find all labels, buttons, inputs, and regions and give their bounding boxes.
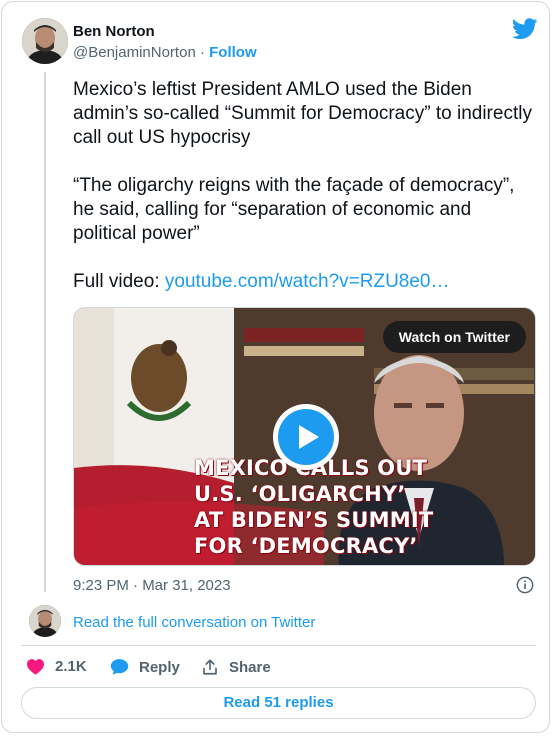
author-handle[interactable]: @BenjaminNorton — [73, 44, 196, 61]
tweet-text: Mexico’s leftist President AMLO used the… — [73, 78, 538, 294]
watch-on-twitter-button[interactable]: Watch on Twitter — [382, 321, 526, 353]
reply-bubble-icon — [110, 659, 129, 675]
follow-link[interactable]: Follow — [209, 44, 257, 61]
heart-icon — [27, 659, 44, 675]
video-media[interactable]: Watch on Twitter MEXICO CALLS OUT U.S. ‘… — [73, 307, 536, 566]
thread-line — [44, 72, 46, 592]
divider — [21, 645, 536, 646]
video-headline: MEXICO CALLS OUT U.S. ‘OLIGARCHY’ AT BID… — [194, 455, 433, 559]
tweet-timestamp[interactable]: 9:23 PM · Mar 31, 2023 — [73, 577, 231, 594]
author-handle-row: @BenjaminNorton · Follow — [73, 44, 257, 61]
headline-line: FOR ‘DEMOCRACY’ — [194, 534, 418, 558]
read-replies-button[interactable]: Read 51 replies — [21, 687, 536, 719]
tweet-link[interactable]: youtube.com/watch?v=RZU8e0… — [165, 271, 450, 292]
twitter-bird-icon[interactable] — [512, 18, 538, 40]
headline-line: AT BIDEN’S SUMMIT — [194, 508, 434, 532]
author-name[interactable]: Ben Norton — [73, 23, 155, 40]
play-icon — [278, 409, 334, 465]
read-conversation-link[interactable]: Read the full conversation on Twitter — [73, 614, 315, 631]
play-button[interactable] — [273, 404, 339, 470]
reply-action[interactable]: Reply — [110, 658, 180, 676]
separator-dot: · — [199, 44, 205, 61]
share-icon — [203, 659, 217, 675]
share-action[interactable]: Share — [201, 658, 271, 676]
tweet-body: Mexico’s leftist President AMLO used the… — [73, 79, 532, 292]
share-label: Share — [229, 658, 271, 676]
like-count: 2.1K — [55, 658, 87, 675]
headline-line: U.S. ‘OLIGARCHY’ — [194, 482, 406, 506]
tweet-card: Ben Norton @BenjaminNorton · Follow Mexi… — [1, 1, 550, 733]
reply-label: Reply — [139, 658, 180, 676]
like-action[interactable]: 2.1K — [26, 658, 87, 675]
author-avatar[interactable] — [22, 18, 68, 64]
info-icon[interactable] — [516, 576, 534, 594]
conversation-avatar[interactable] — [29, 605, 61, 637]
